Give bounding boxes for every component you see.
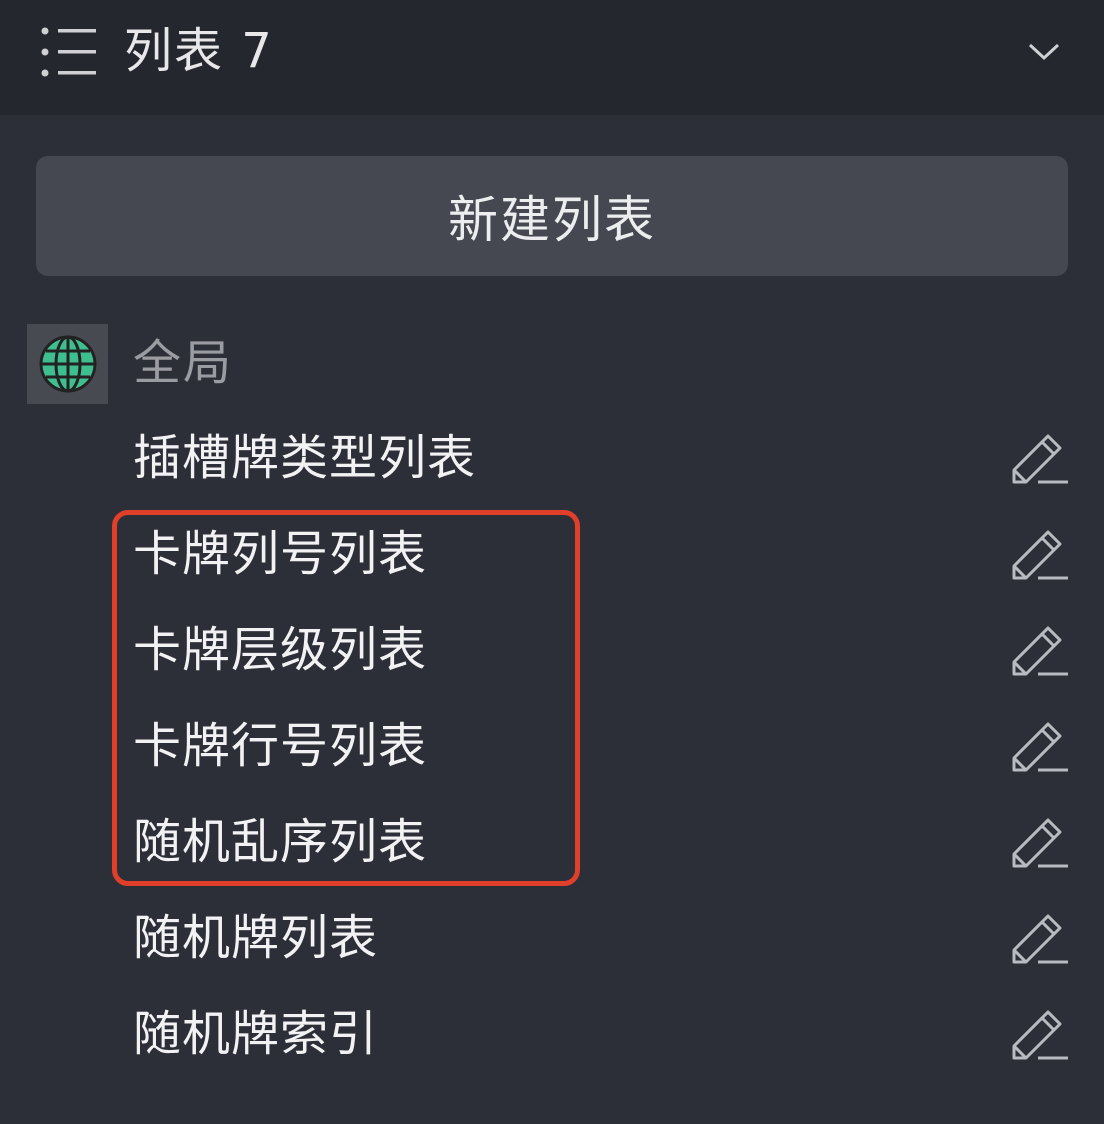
list-item-label: 卡牌列号列表	[133, 526, 428, 582]
list-item-label: 插槽牌类型列表	[133, 430, 477, 486]
section-label-global: 全局	[133, 335, 234, 391]
list-item[interactable]: 卡牌行号列表	[0, 700, 1104, 796]
list-item-label: 随机牌列表	[133, 910, 379, 966]
list-item[interactable]: 随机牌列表	[0, 892, 1104, 988]
list-item-label: 卡牌行号列表	[133, 718, 428, 774]
edit-icon[interactable]	[1008, 1002, 1070, 1062]
globe-icon-tile	[27, 324, 108, 404]
panel-header[interactable]: 列表 7	[0, 0, 1104, 115]
globe-icon	[39, 335, 97, 393]
chevron-down-icon[interactable]	[1026, 36, 1062, 66]
list-item[interactable]: 随机乱序列表	[0, 796, 1104, 892]
list-item[interactable]: 卡牌层级列表	[0, 604, 1104, 700]
list-item-label: 卡牌层级列表	[133, 622, 428, 678]
list-item[interactable]: 插槽牌类型列表	[0, 412, 1104, 508]
edit-icon[interactable]	[1008, 618, 1070, 678]
edit-icon[interactable]	[1008, 906, 1070, 966]
list-menu-icon[interactable]	[40, 26, 100, 78]
list-item-label: 随机牌索引	[133, 1006, 379, 1062]
new-list-button[interactable]: 新建列表	[36, 156, 1068, 276]
panel-title: 列表 7	[124, 23, 274, 79]
edit-icon[interactable]	[1008, 810, 1070, 870]
edit-icon[interactable]	[1008, 714, 1070, 774]
list-item[interactable]: 随机牌索引	[0, 988, 1104, 1084]
list-item-label: 随机乱序列表	[133, 814, 428, 870]
list-item[interactable]: 卡牌列号列表	[0, 508, 1104, 604]
edit-icon[interactable]	[1008, 426, 1070, 486]
edit-icon[interactable]	[1008, 522, 1070, 582]
list-panel: 列表 7 新建列表 全局 插槽牌类型列表 卡牌列号列表 卡牌层级列表 卡牌行号列…	[0, 0, 1104, 1124]
